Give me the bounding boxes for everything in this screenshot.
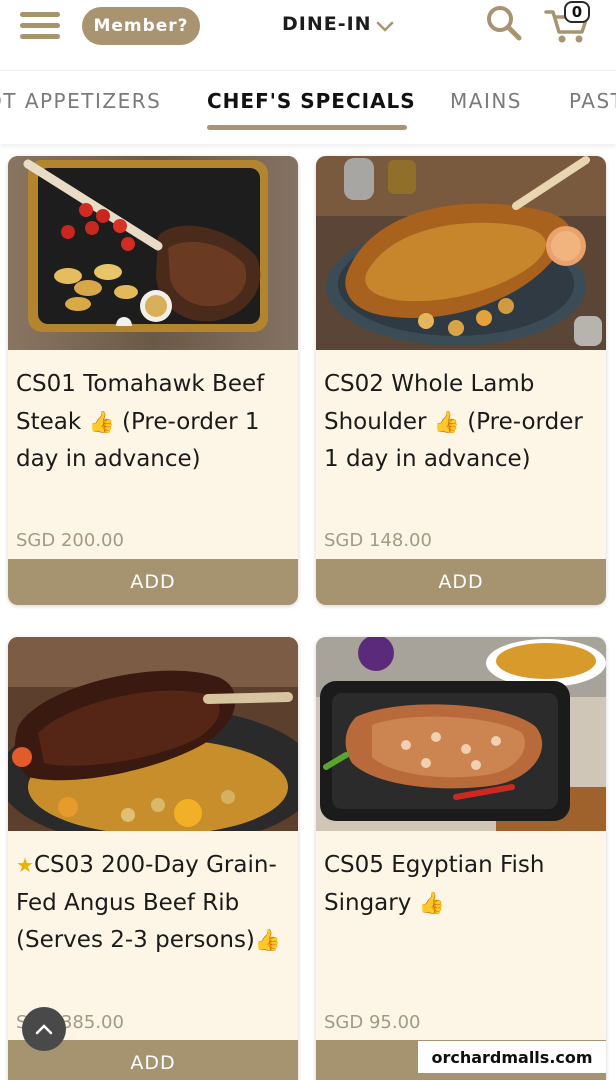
product-name: CS01 Tomahawk Beef Steak 👍 (Pre-order 1 …: [16, 371, 265, 472]
add-button[interactable]: ADD: [316, 559, 606, 605]
add-button[interactable]: ADD: [8, 559, 298, 605]
product-image-angus-beef-rib: [8, 637, 298, 831]
thumbs-up-icon: 👍: [433, 409, 460, 434]
product-price: SGD 200.00: [16, 530, 124, 551]
product-name: ★CS03 200-Day Grain-Fed Angus Beef Rib (…: [16, 852, 282, 953]
tab-appetizers[interactable]: OT APPETIZERS: [0, 89, 161, 113]
star-icon: ★: [16, 853, 34, 877]
cart-count-badge: 0: [564, 1, 590, 23]
product-card[interactable]: CS05 Egyptian Fish Singary 👍 SGD 95.00 A…: [316, 637, 606, 1080]
thumbs-up-icon: 👍: [88, 409, 115, 434]
product-name: CS05 Egyptian Fish Singary 👍: [324, 852, 545, 916]
dine-in-label: DINE-IN: [282, 13, 372, 35]
hamburger-menu-icon[interactable]: [20, 10, 62, 42]
chevron-down-icon: [376, 21, 393, 32]
chevron-up-icon: [35, 1024, 53, 1035]
product-image-fish-singary: [316, 637, 606, 831]
tab-chefs-specials[interactable]: CHEF'S SPECIALS: [207, 89, 416, 113]
product-price: SGD 95.00: [324, 1012, 421, 1033]
member-button[interactable]: Member?: [82, 7, 200, 45]
category-tabs: OT APPETIZERS CHEF'S SPECIALS MAINS PAST: [0, 70, 616, 144]
active-tab-indicator: [207, 125, 407, 130]
tab-mains[interactable]: MAINS: [450, 89, 522, 113]
product-card[interactable]: CS01 Tomahawk Beef Steak 👍 (Pre-order 1 …: [8, 156, 298, 605]
top-bar: Member? DINE-IN 0: [0, 0, 616, 64]
product-name: CS02 Whole Lamb Shoulder 👍 (Pre-order 1 …: [324, 371, 583, 472]
thumbs-up-icon: 👍: [254, 928, 282, 952]
product-image-lamb-shoulder: [316, 156, 606, 350]
dine-in-dropdown[interactable]: DINE-IN: [282, 9, 394, 39]
scroll-to-top-button[interactable]: [22, 1007, 66, 1051]
thumbs-up-icon: 👍: [418, 890, 445, 915]
product-card[interactable]: CS02 Whole Lamb Shoulder 👍 (Pre-order 1 …: [316, 156, 606, 605]
search-icon[interactable]: [485, 4, 523, 42]
tab-pasta[interactable]: PAST: [569, 89, 616, 113]
product-price: SGD 148.00: [324, 530, 432, 551]
product-image-tomahawk-steak: [8, 156, 298, 350]
watermark: orchardmalls.com: [418, 1041, 606, 1073]
